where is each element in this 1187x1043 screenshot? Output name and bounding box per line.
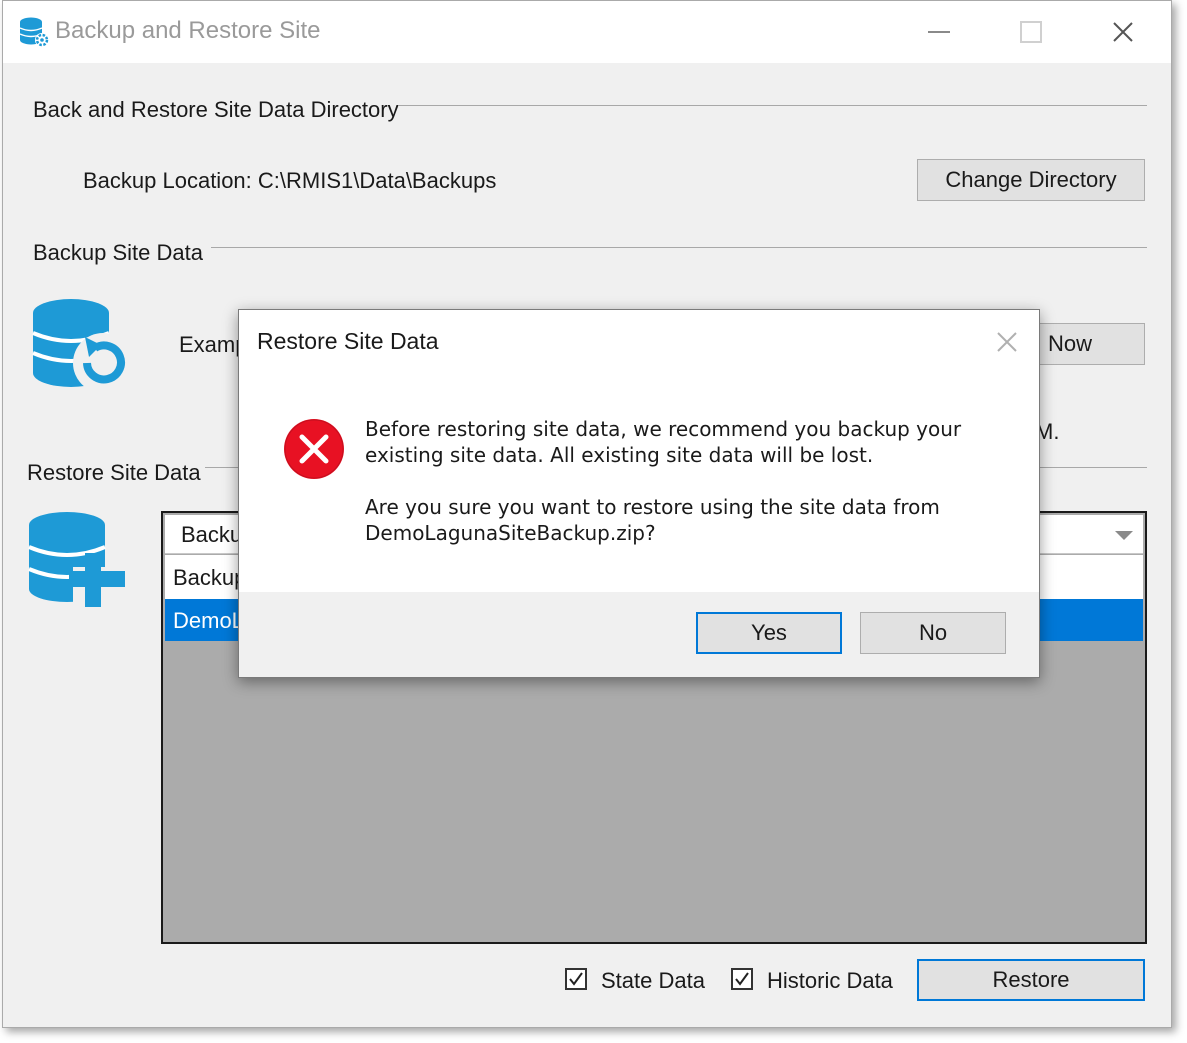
backup-section-heading: Backup Site Data [33,240,203,265]
restore-confirm-dialog: Restore Site Data Before restoring site … [238,309,1040,678]
dialog-message-line: DemoLagunaSiteBackup.zip? [365,521,656,545]
no-button[interactable]: No [860,612,1006,654]
change-directory-button[interactable]: Change Directory [917,159,1145,201]
dialog-message-line: existing site data. All existing site da… [365,443,874,467]
close-icon [1113,22,1133,42]
minimize-icon [928,31,950,33]
dialog-close-button[interactable] [991,326,1023,358]
backup-location-label: Backup Location: C:\RMIS1\Data\Backups [83,168,497,193]
maximize-button[interactable] [1001,11,1061,53]
maximize-icon [1020,21,1042,43]
backup-source-dropdown-value: Backu [181,522,243,547]
dialog-footer: Yes No [239,592,1039,677]
error-icon [284,419,344,479]
title-bar: Backup and Restore Site [3,1,1171,63]
yes-button[interactable]: Yes [696,612,842,654]
database-backup-icon [32,299,133,393]
checkmark-icon [569,972,583,986]
dialog-message: Before restoring site data, we recommend… [365,416,1005,572]
dialog-title: Restore Site Data [257,328,439,354]
state-data-label: State Data [601,968,705,993]
database-restore-icon [28,512,125,607]
dialog-message-line: Are you sure you want to restore using t… [365,495,940,519]
list-item-label: DemoL [173,608,244,633]
directory-section-heading: Back and Restore Site Data Directory [33,97,399,122]
chevron-down-icon[interactable] [1115,531,1133,540]
close-icon [997,332,1017,352]
restore-button[interactable]: Restore [917,959,1145,1001]
window-title: Backup and Restore Site [55,17,321,44]
historic-data-label: Historic Data [767,968,893,993]
backup-section-divider [211,247,1147,248]
column-header-backup: Backup [173,565,247,590]
checkmark-icon [735,972,749,986]
state-data-checkbox[interactable] [565,968,587,990]
close-button[interactable] [1093,11,1153,53]
restore-section-heading: Restore Site Data [27,460,201,485]
minimize-button[interactable] [909,11,969,53]
historic-data-checkbox[interactable] [731,968,753,990]
dialog-message-line: Before restoring site data, we recommend… [365,417,962,441]
directory-section-divider [399,105,1147,106]
database-settings-icon [19,17,49,47]
